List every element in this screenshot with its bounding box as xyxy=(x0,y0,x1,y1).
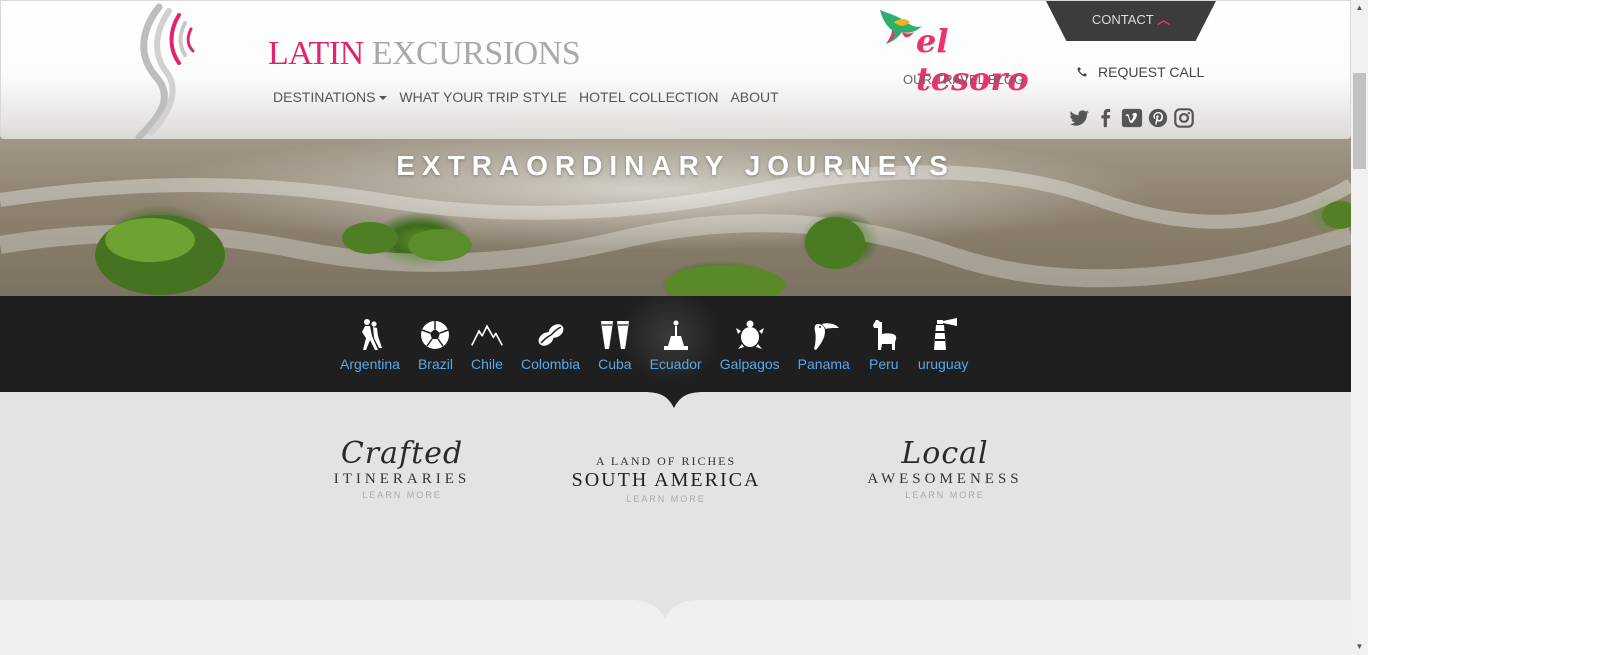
monument-icon xyxy=(663,320,688,350)
caret-down-icon xyxy=(379,96,388,101)
turtle-icon xyxy=(735,320,764,349)
contact-label: CONTACT xyxy=(1091,12,1154,27)
twitter-icon[interactable] xyxy=(1069,106,1091,130)
nav-item-destinations[interactable]: DESTINATIONS xyxy=(273,89,388,105)
chevron-up-icon: ︿ xyxy=(1157,12,1171,27)
feature-caps-title: AWESOMENESS xyxy=(867,471,1023,487)
destination-label: Brazil xyxy=(417,356,453,372)
destinations-band: Argentina Brazil Chile Colombia Cuba Ecu… xyxy=(0,296,1351,392)
destination-chile[interactable]: Chile xyxy=(471,318,503,372)
blog-link[interactable]: OUR TRAVEL BLOG xyxy=(903,72,1024,87)
destination-label: uruguay xyxy=(917,356,969,372)
destination-cuba[interactable]: Cuba xyxy=(598,318,632,372)
feature-big-title: SOUTH AMERICA xyxy=(571,469,761,491)
brand-word-latin: LATIN xyxy=(268,35,364,72)
destination-label: Panama xyxy=(797,356,850,372)
hero-title: EXTRAORDINARY JOURNEYS xyxy=(396,150,955,181)
section-divider-notch xyxy=(644,392,704,408)
facebook-icon[interactable] xyxy=(1095,106,1117,130)
lower-divider-notch xyxy=(632,600,698,618)
destination-galapagos[interactable]: Galpagos xyxy=(720,318,780,372)
feature-script-title: Local xyxy=(901,436,989,471)
feature-script-title: Crafted xyxy=(340,436,464,471)
nav-item-label: DESTINATIONS xyxy=(273,89,376,105)
destinations-list: Argentina Brazil Chile Colombia Cuba Ecu… xyxy=(340,318,986,372)
site-header: LATIN EXCURSIONS DESTINATIONS WHAT YOUR … xyxy=(0,0,1351,139)
scroll-up-arrow-icon[interactable]: ▲ xyxy=(1351,0,1368,16)
feature-small-title: A LAND OF RICHES xyxy=(595,454,737,468)
nav-item-about[interactable]: ABOUT xyxy=(730,89,778,105)
destination-label: Ecuador xyxy=(649,356,702,372)
feature-local-awesomeness[interactable]: Local AWESOMENESS LEARN MORE xyxy=(850,436,1040,500)
feature-crafted-itineraries[interactable]: Crafted ITINERARIES LEARN MORE xyxy=(318,436,486,500)
social-links xyxy=(1069,106,1195,130)
tango-dancers-icon xyxy=(361,319,382,350)
llama-icon xyxy=(872,320,896,350)
destination-label: Cuba xyxy=(598,356,632,372)
vimeo-icon[interactable] xyxy=(1121,106,1143,130)
destination-colombia[interactable]: Colombia xyxy=(521,318,580,372)
coffee-beans-icon xyxy=(538,324,563,346)
destination-argentina[interactable]: Argentina xyxy=(340,318,400,372)
soccer-ball-icon xyxy=(421,321,450,349)
scroll-down-arrow-icon[interactable]: ▼ xyxy=(1351,639,1368,655)
features-section: Crafted ITINERARIES LEARN MORE A LAND OF… xyxy=(0,392,1351,600)
pinterest-icon[interactable] xyxy=(1147,106,1169,130)
feature-caps-title: ITINERARIES xyxy=(333,471,471,487)
request-call-label: REQUEST CALL xyxy=(1098,64,1205,80)
nav-item-trip-style[interactable]: WHAT YOUR TRIP STYLE xyxy=(399,89,567,105)
feature-south-america[interactable]: A LAND OF RICHES SOUTH AMERICA LEARN MOR… xyxy=(568,454,764,504)
destination-label: Peru xyxy=(869,356,899,372)
blog-logo[interactable]: el tesoro xyxy=(876,4,1046,98)
phone-icon xyxy=(1077,67,1087,77)
brand-word-excursions: EXCURSIONS xyxy=(371,35,581,72)
mountains-icon xyxy=(471,324,503,346)
destination-brazil[interactable]: Brazil xyxy=(418,318,453,372)
destination-uruguay[interactable]: uruguay xyxy=(917,318,969,372)
learn-more-link[interactable]: LEARN MORE xyxy=(850,490,1040,500)
page-viewport: EXTRAORDINARY JOURNEYS LATIN EXCURSIONS … xyxy=(0,0,1351,655)
conga-drums-icon xyxy=(600,321,629,349)
destination-label: Chile xyxy=(471,356,503,372)
lighthouse-icon xyxy=(934,318,958,350)
main-nav: DESTINATIONS WHAT YOUR TRIP STYLE HOTEL … xyxy=(273,89,779,105)
instagram-icon[interactable] xyxy=(1173,106,1195,130)
toucan-icon xyxy=(813,323,839,350)
brand-logo-icon[interactable] xyxy=(129,3,201,139)
destination-label: Colombia xyxy=(520,356,581,372)
vertical-scrollbar[interactable]: ▲ ▼ xyxy=(1351,0,1368,655)
destination-label: Argentina xyxy=(340,356,400,372)
destination-panama[interactable]: Panama xyxy=(798,318,850,372)
destination-ecuador[interactable]: Ecuador xyxy=(650,318,702,372)
brand-wordmark[interactable]: LATIN EXCURSIONS xyxy=(268,35,581,73)
learn-more-link[interactable]: LEARN MORE xyxy=(318,490,486,500)
request-call-button[interactable]: REQUEST CALL xyxy=(1076,64,1204,80)
contact-tab[interactable]: CONTACT ︿ xyxy=(1046,1,1216,41)
nav-item-hotel-collection[interactable]: HOTEL COLLECTION xyxy=(579,89,719,105)
learn-more-link[interactable]: LEARN MORE xyxy=(568,494,764,504)
destination-peru[interactable]: Peru xyxy=(868,318,900,372)
destination-label: Galpagos xyxy=(719,356,780,372)
scrollbar-thumb[interactable] xyxy=(1353,73,1366,169)
